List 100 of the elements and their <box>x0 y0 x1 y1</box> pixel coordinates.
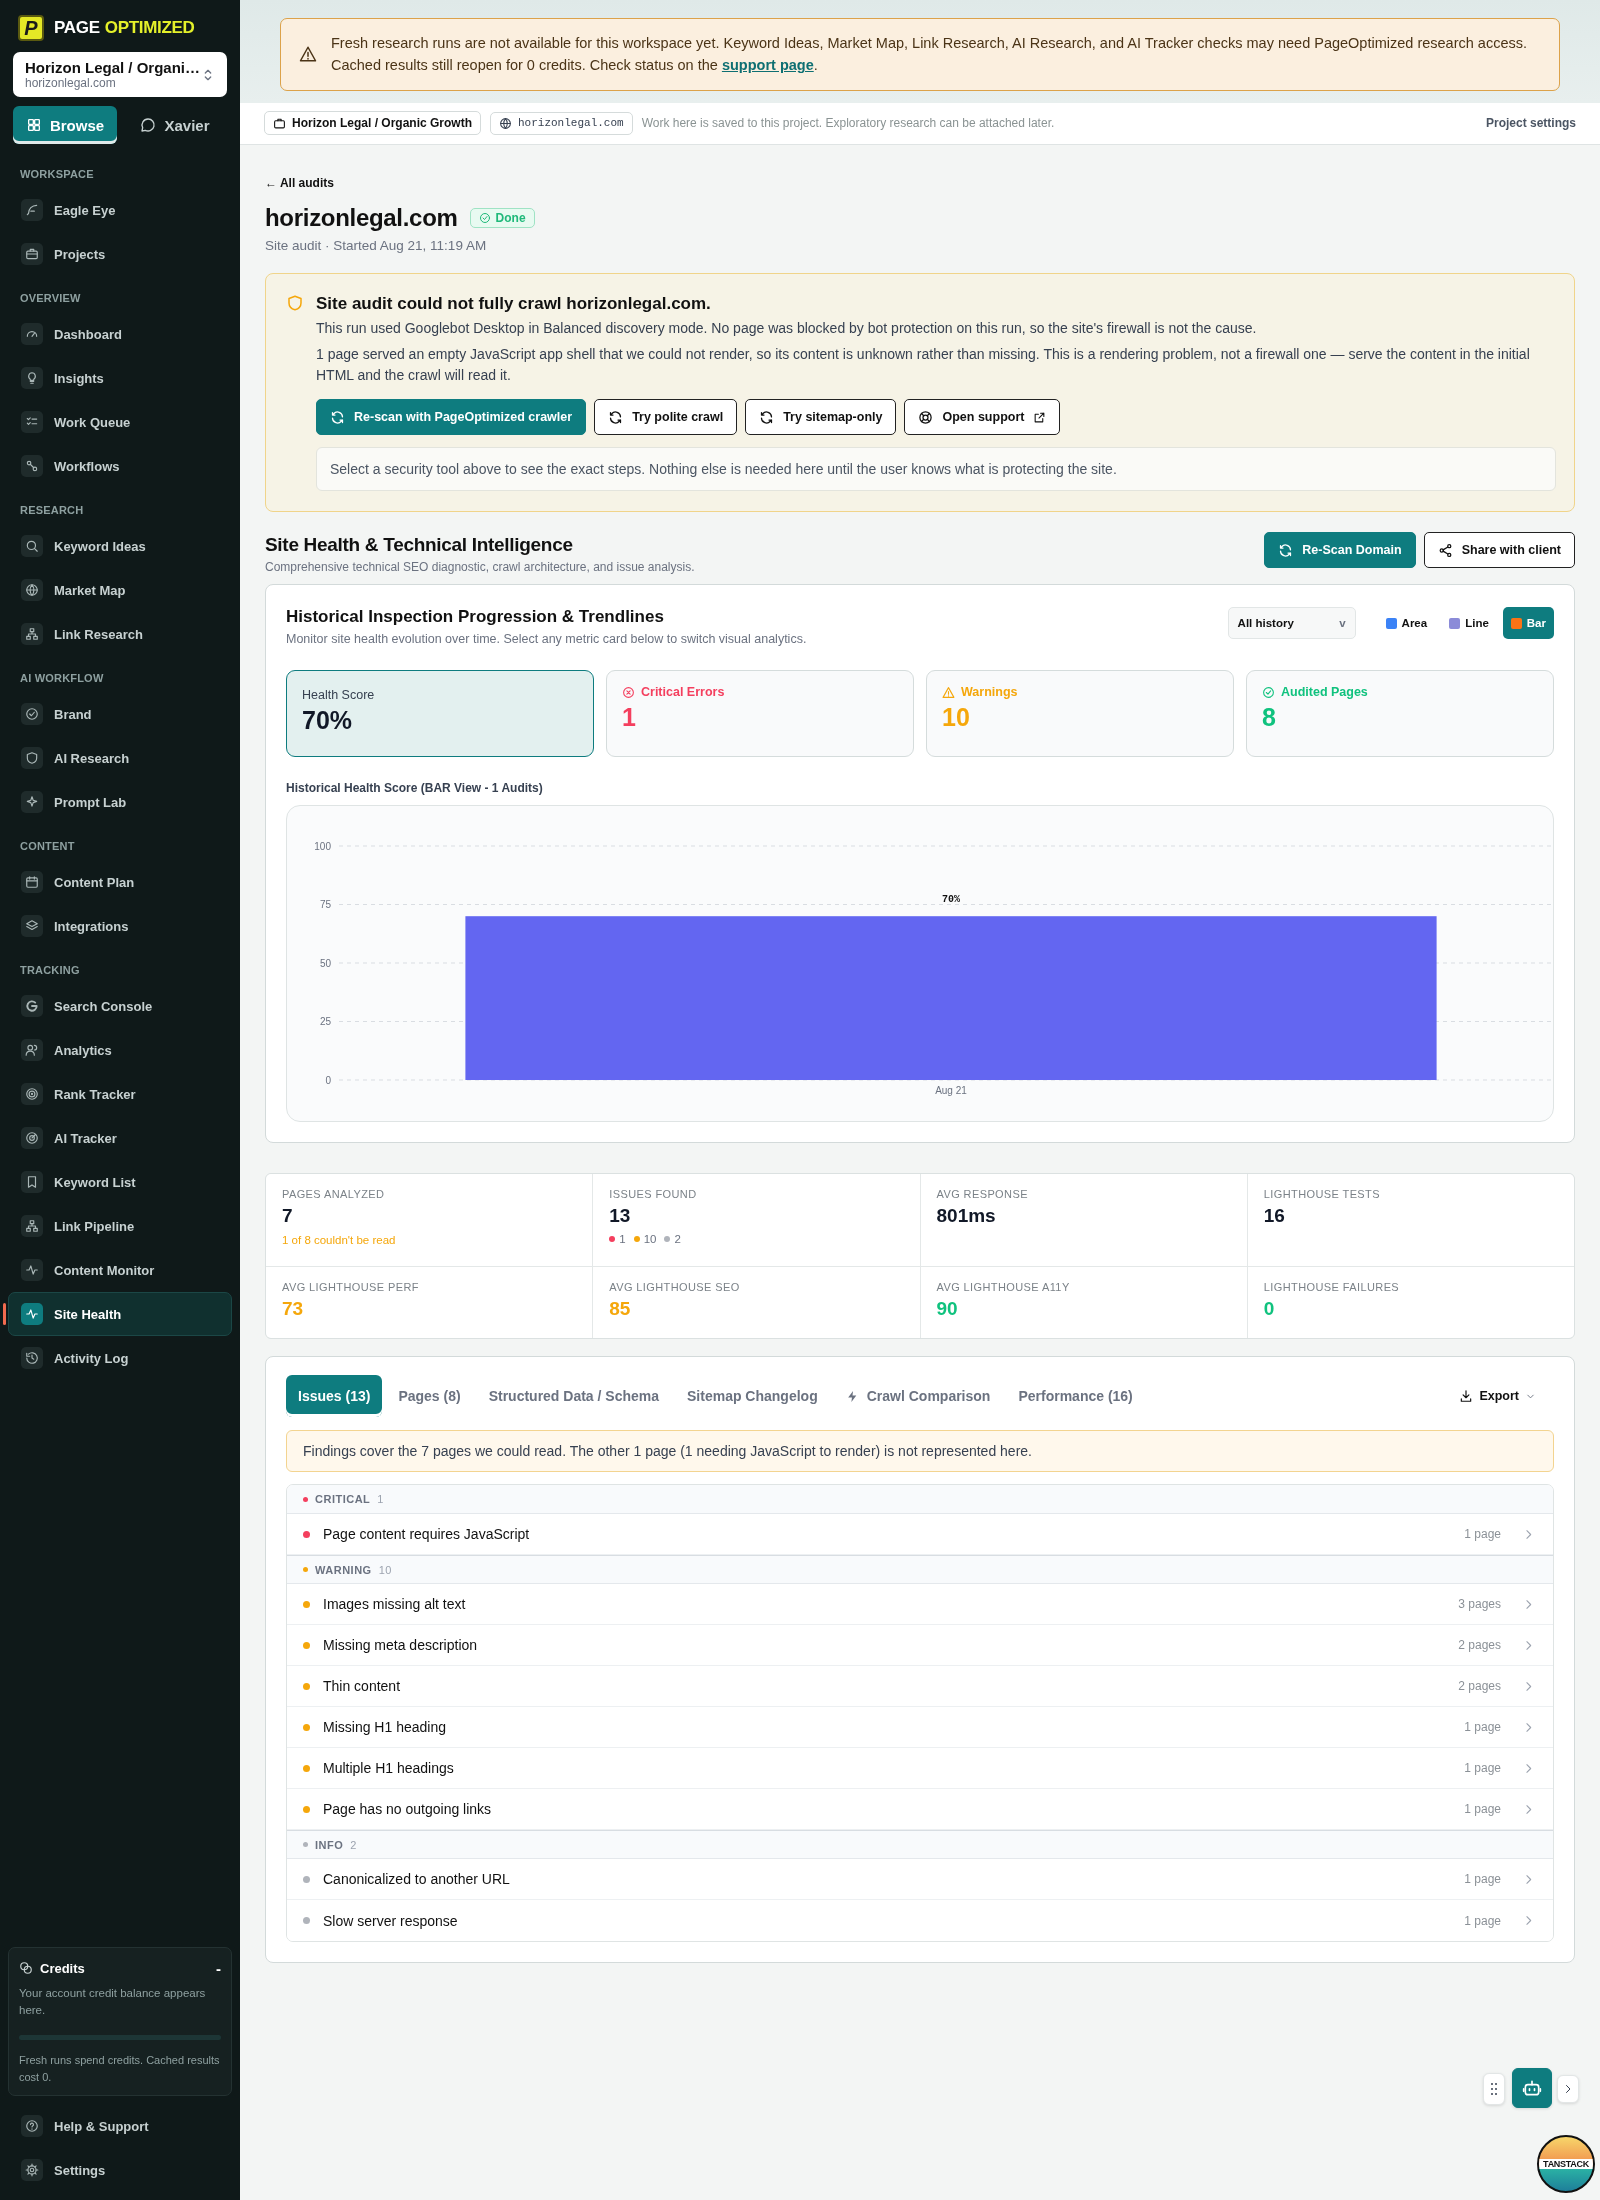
view-toggle[interactable]: Bar <box>1502 607 1554 639</box>
nav-item[interactable]: Brand <box>8 692 232 736</box>
nav-item[interactable]: Prompt Lab <box>8 780 232 824</box>
shield-icon <box>286 293 304 312</box>
range-dropdown[interactable]: All history v <box>1227 607 1356 639</box>
lightning-icon <box>845 1389 859 1403</box>
checklist-icon <box>21 411 43 433</box>
tab[interactable]: Issues (13) <box>286 1375 383 1417</box>
nav-item[interactable]: Rank Tracker <box>8 1072 232 1116</box>
tab[interactable]: Structured Data / Schema <box>476 1375 671 1417</box>
mode-tab[interactable]: Browse <box>13 106 117 144</box>
nav-item[interactable]: Link Research <box>8 612 232 656</box>
coins-icon <box>19 1961 33 1975</box>
action-button[interactable]: Re-scan with PageOptimized crawler <box>316 399 587 435</box>
warning-icon <box>942 685 955 699</box>
chart-title: Historical Health Score (BAR View - 1 Audits) <box>286 781 544 795</box>
nav-item[interactable]: Content Monitor <box>8 1248 232 1292</box>
tab[interactable]: Sitemap Changelog <box>675 1375 830 1417</box>
severity-dot <box>303 1600 310 1608</box>
stat-label: LIGHTHOUSE TESTS <box>1263 1188 1381 1200</box>
y-tick-label: 75 <box>319 899 331 910</box>
collapse-toggle[interactable]: - <box>216 1959 221 1977</box>
stat-label: AVG LIGHTHOUSE PERF <box>282 1281 420 1293</box>
project-chip[interactable]: Horizon Legal / Organic Growth <box>264 111 481 136</box>
drag-handle[interactable] <box>1483 2073 1505 2105</box>
project-picker[interactable]: Horizon Legal / Organi… horizonlegal.com <box>13 52 227 97</box>
tab[interactable]: Pages (8) <box>386 1375 473 1417</box>
nav-item[interactable]: Activity Log <box>8 1336 232 1380</box>
action-button[interactable]: Try sitemap-only <box>745 399 897 435</box>
severity-dot <box>303 1917 310 1924</box>
stat-value: 801ms <box>936 1205 997 1227</box>
page-title: horizonlegal.com <box>265 203 458 232</box>
support-link[interactable]: support page <box>721 57 814 74</box>
view-toggle[interactable]: Line <box>1441 607 1497 639</box>
magnifier-icon <box>21 535 43 557</box>
view-toggle[interactable]: Area <box>1377 607 1436 639</box>
nav-item[interactable]: Market Map <box>8 568 232 612</box>
nav-item[interactable]: Settings <box>8 2148 232 2192</box>
domain-chip[interactable]: horizonlegal.com <box>490 111 633 135</box>
share-button[interactable]: Share with client <box>1423 532 1575 568</box>
stat-value: 0 <box>1263 1298 1276 1320</box>
devtools-badge[interactable]: TANSTACK <box>1537 2135 1595 2193</box>
layers-icon <box>21 915 43 937</box>
stat-label: AVG RESPONSE <box>936 1188 1029 1200</box>
nav-item[interactable]: Keyword Ideas <box>8 524 232 568</box>
assistant-button[interactable] <box>1512 2068 1552 2108</box>
group-label: INFO <box>315 1838 344 1851</box>
action-button[interactable]: Try polite crawl <box>594 399 738 435</box>
shield-icon <box>21 747 43 769</box>
action-button[interactable]: Open support <box>904 399 1061 435</box>
stat-label: PAGES ANALYZED <box>282 1188 386 1200</box>
back-link[interactable]: ← All audits <box>265 175 334 190</box>
sparkle-icon <box>21 791 43 813</box>
nav-item[interactable]: Search Console <box>8 984 232 1028</box>
section-heading: TRACKING <box>20 964 80 976</box>
stat-label: ISSUES FOUND <box>609 1188 698 1200</box>
nav-item[interactable]: Projects <box>8 232 232 276</box>
findings-notice: Findings cover the 7 pages we could read. The other 1 page (1 needing JavaScript to render) is not represented here. <box>286 1430 1554 1472</box>
nav-item[interactable]: AI Research <box>8 736 232 780</box>
nav-item[interactable]: Analytics <box>8 1028 232 1072</box>
stat-value: 90 <box>936 1298 959 1320</box>
refresh-icon <box>1278 542 1294 558</box>
logo-mark: P <box>18 15 44 41</box>
credits-text: Your account credit balance appears here. <box>19 1985 207 2018</box>
mode-tab[interactable]: Xavier <box>123 106 227 144</box>
group-count: 10 <box>378 1563 392 1576</box>
nav-item[interactable]: Dashboard <box>8 312 232 356</box>
count-text: 2 <box>674 1233 681 1245</box>
gauge-icon <box>21 323 43 345</box>
hint-text: Select a security tool above to see the exact steps. Nothing else is needed here until the user knows what is protecting the site. <box>316 447 1556 491</box>
nav-item[interactable]: Integrations <box>8 904 232 948</box>
section-heading: OVERVIEW <box>20 292 81 304</box>
group-label: WARNING <box>315 1563 372 1576</box>
nav-item[interactable]: Eagle Eye <box>8 188 232 232</box>
y-tick-label: 25 <box>319 1016 331 1027</box>
nav-item[interactable]: Insights <box>8 356 232 400</box>
nav-item[interactable]: Work Queue <box>8 400 232 444</box>
nav-item[interactable]: Help & Support <box>8 2104 232 2148</box>
share-icon <box>1437 542 1453 558</box>
export-button[interactable]: Export <box>1453 1388 1542 1404</box>
tab[interactable]: Crawl Comparison <box>833 1375 1003 1417</box>
nav-item[interactable]: Link Pipeline <box>8 1204 232 1248</box>
rescan-button[interactable]: Re-Scan Domain <box>1264 532 1416 568</box>
nodes-icon <box>21 455 43 477</box>
group-label: CRITICAL <box>315 1493 371 1505</box>
nav-item[interactable]: Workflows <box>8 444 232 488</box>
metric-card[interactable]: Critical Errors 1 <box>606 670 914 757</box>
group-count: 1 <box>377 1493 384 1505</box>
radar-icon <box>21 1127 43 1149</box>
nav-item[interactable]: Content Plan <box>8 860 232 904</box>
section-heading: RESEARCH <box>20 504 84 516</box>
project-settings-link[interactable]: Project settings <box>1485 116 1576 131</box>
briefcase-icon <box>21 243 43 265</box>
metric-card[interactable]: Health Score 70% <box>286 670 594 757</box>
tab[interactable]: Performance (16) <box>1006 1375 1145 1417</box>
stat-label: AVG LIGHTHOUSE SEO <box>609 1281 741 1293</box>
nav-item[interactable]: AI Tracker <box>8 1116 232 1160</box>
nav-item[interactable]: Keyword List <box>8 1160 232 1204</box>
pulse-icon <box>21 1303 43 1325</box>
external-link-icon <box>1033 410 1047 424</box>
